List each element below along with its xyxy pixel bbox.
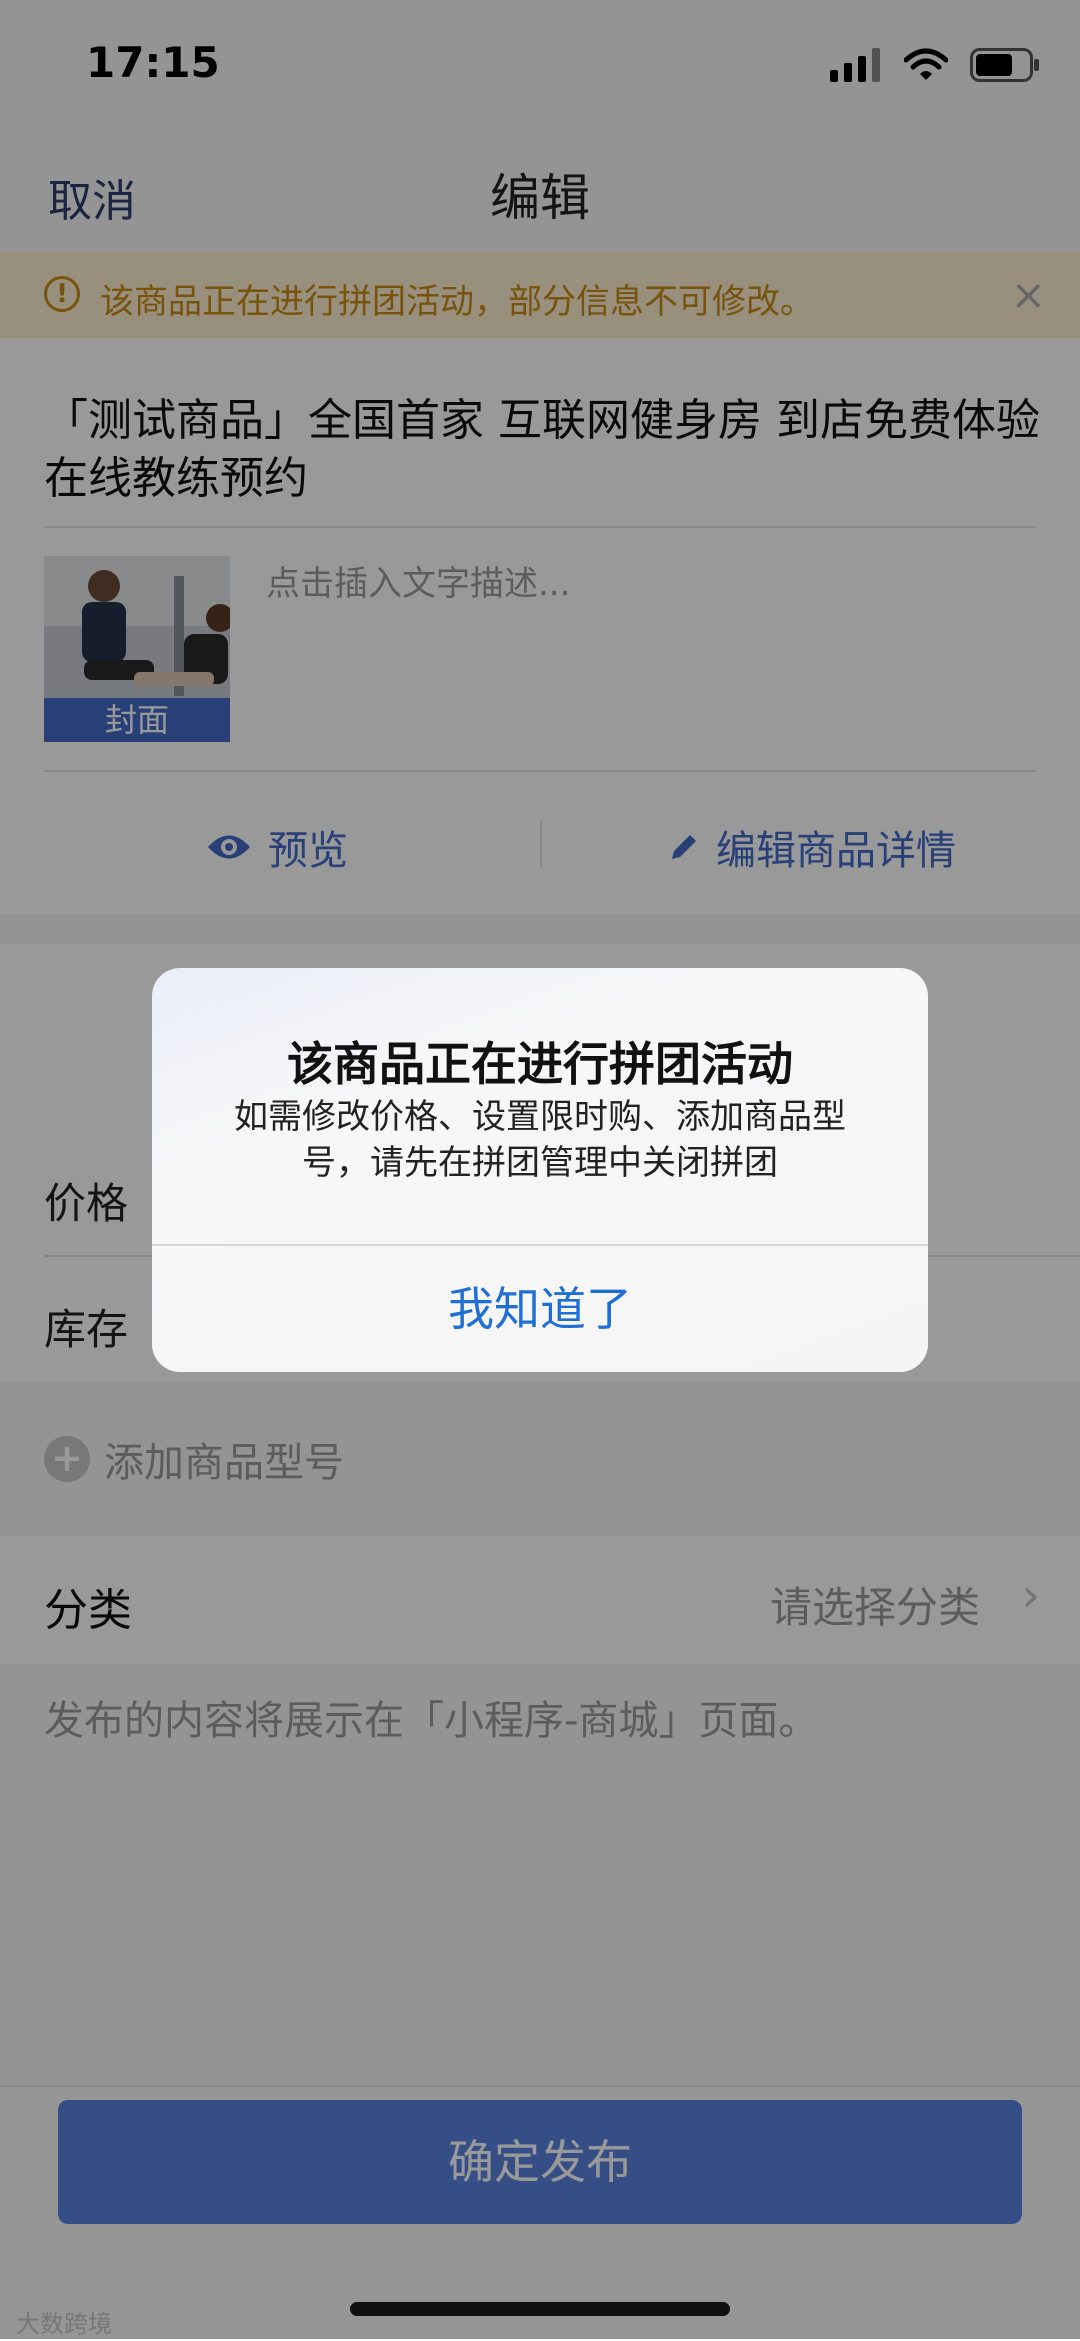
dialog-ok-button[interactable]: 我知道了 [152,1246,928,1372]
dialog-message: 如需修改价格、设置限时购、添加商品型号，请先在拼团管理中关闭拼团 [234,1097,846,1183]
alert-dialog: 该商品正在进行拼团活动 如需修改价格、设置限时购、添加商品型号，请先在拼团管理中… [152,968,928,1372]
watermark: 大数跨境 [16,2310,112,2338]
home-indicator[interactable] [350,2302,730,2316]
dialog-title: 该商品正在进行拼团活动 [287,1037,793,1091]
